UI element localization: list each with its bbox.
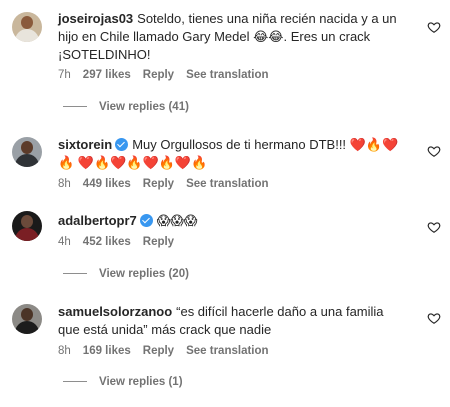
reply-button[interactable]: Reply <box>143 345 174 357</box>
heart-outline-icon[interactable] <box>427 311 441 325</box>
avatar[interactable] <box>12 137 42 167</box>
replies-divider <box>63 273 87 275</box>
view-replies-label: View replies (1) <box>99 376 183 388</box>
comment-meta: 7h 297 likes Reply See translation <box>58 69 281 81</box>
view-replies-button[interactable]: View replies (1) <box>63 376 183 388</box>
avatar[interactable] <box>12 12 42 42</box>
comment-body: samuelsolorzanoo “es difícil hacerle daño… <box>58 303 403 339</box>
comment-meta: 8h 449 likes Reply See translation <box>58 178 281 190</box>
view-replies-button[interactable]: View replies (20) <box>63 268 189 280</box>
comment-text: 😱😱😱 <box>156 213 198 228</box>
see-translation-button[interactable]: See translation <box>186 178 268 190</box>
replies-divider <box>63 106 87 108</box>
comment-age: 8h <box>58 178 71 190</box>
comment-body: sixtorein Muy Orgullosos de ti hermano DT… <box>58 136 408 172</box>
reply-button[interactable]: Reply <box>143 178 174 190</box>
reply-button[interactable]: Reply <box>143 69 174 81</box>
comment-meta: 8h 169 likes Reply See translation <box>58 345 281 357</box>
heart-outline-icon[interactable] <box>427 220 441 234</box>
replies-divider <box>63 381 87 383</box>
comment-username[interactable]: samuelsolorzanoo <box>58 304 172 319</box>
comment-body: joseirojas03 Soteldo, tienes una niña rec… <box>58 10 413 64</box>
heart-outline-icon[interactable] <box>427 144 441 158</box>
comment-body: adalbertopr7 😱😱😱 <box>58 212 413 230</box>
reply-button[interactable]: Reply <box>143 236 174 248</box>
comment-username[interactable]: adalbertopr7 <box>58 213 137 228</box>
avatar[interactable] <box>12 211 42 241</box>
like-count[interactable]: 452 likes <box>83 236 131 248</box>
comment-age: 4h <box>58 236 71 248</box>
comment-username[interactable]: joseirojas03 <box>58 11 133 26</box>
verified-badge-icon <box>139 214 153 227</box>
comment-age: 8h <box>58 345 71 357</box>
verified-badge-icon <box>115 138 129 151</box>
see-translation-button[interactable]: See translation <box>186 69 268 81</box>
comment-username[interactable]: sixtorein <box>58 137 112 152</box>
comment-meta: 4h 452 likes Reply <box>58 236 186 248</box>
like-count[interactable]: 449 likes <box>83 178 131 190</box>
view-replies-label: View replies (41) <box>99 101 189 113</box>
see-translation-button[interactable]: See translation <box>186 345 268 357</box>
like-count[interactable]: 297 likes <box>83 69 131 81</box>
comment-age: 7h <box>58 69 71 81</box>
view-replies-label: View replies (20) <box>99 268 189 280</box>
like-count[interactable]: 169 likes <box>83 345 131 357</box>
heart-outline-icon[interactable] <box>427 20 441 34</box>
avatar[interactable] <box>12 304 42 334</box>
view-replies-button[interactable]: View replies (41) <box>63 101 189 113</box>
